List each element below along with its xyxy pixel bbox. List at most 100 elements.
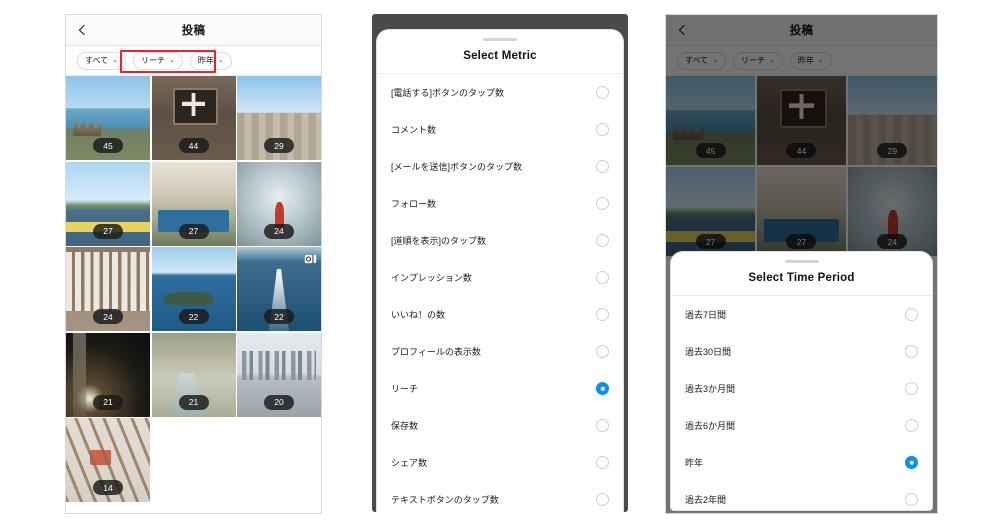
option-row[interactable]: フォロー数 [377, 185, 623, 222]
radio-unselected[interactable] [596, 86, 609, 99]
middle-phone-screen: Select Metric [電話する]ボタンのタップ数 コメント数 [メールを送信… [372, 14, 628, 512]
radio-unselected[interactable] [905, 382, 918, 395]
option-row[interactable]: 昨年 [671, 444, 932, 481]
metric-badge: 22 [264, 309, 294, 324]
chevron-left-icon[interactable] [76, 24, 88, 36]
option-row[interactable]: シェア数 [377, 444, 623, 481]
option-label: 過去3か月間 [685, 384, 736, 394]
chevron-down-icon: ⌄ [112, 57, 118, 64]
option-label: いいね！の数 [391, 310, 446, 320]
option-row[interactable]: [道順を表示]のタップ数 [377, 222, 623, 259]
option-row[interactable]: いいね！の数 [377, 296, 623, 333]
option-row[interactable]: 過去2年間 [671, 481, 932, 510]
metric-badge: 44 [178, 138, 209, 153]
post-grid-cell[interactable]: 44 [151, 76, 236, 160]
page-title: 投稿 [181, 25, 206, 37]
radio-unselected[interactable] [905, 419, 918, 432]
post-grid-cell[interactable]: 20 [237, 332, 321, 417]
filter-pill-metric-label: リーチ [741, 56, 765, 65]
post-grid-cell[interactable]: 27 [151, 161, 236, 246]
right-phone-screen: 投稿 すべて ⌄ リーチ ⌄ 昨年 ⌄ 45 44 29 27 27 24 Se… [665, 14, 938, 514]
option-label: シェア数 [391, 458, 428, 468]
post-grid-cell[interactable]: 27 [666, 166, 756, 257]
post-grid-cell[interactable]: 29 [237, 76, 321, 160]
metric-badge: 29 [877, 143, 908, 159]
radio-unselected[interactable] [596, 345, 609, 358]
post-grid-cell[interactable]: 45 [66, 76, 150, 160]
grid-empty-cell [151, 418, 236, 502]
option-row[interactable]: 過去30日間 [671, 333, 932, 370]
option-label: [メールを送信]ボタンのタップ数 [391, 162, 523, 172]
option-row[interactable]: [メールを送信]ボタンのタップ数 [377, 148, 623, 185]
filter-pill-all[interactable]: すべて ⌄ [677, 51, 726, 70]
option-row[interactable]: テキストボタンのタップ数 [377, 481, 623, 512]
left-navbar: 投稿 [66, 15, 321, 46]
chevron-down-icon: ⌄ [712, 57, 718, 64]
metric-badge: 22 [178, 309, 209, 324]
option-row[interactable]: コメント数 [377, 111, 623, 148]
option-row[interactable]: 過去3か月間 [671, 370, 932, 407]
option-row[interactable]: インプレッション数 [377, 259, 623, 296]
radio-unselected[interactable] [596, 123, 609, 136]
filter-pill-period-label: 昨年 [197, 56, 214, 65]
option-label: プロフィールの表示数 [391, 347, 481, 357]
filter-pill-all[interactable]: すべて ⌄ [77, 51, 126, 70]
metric-badge: 24 [93, 309, 123, 324]
radio-unselected[interactable] [905, 308, 918, 321]
radio-unselected[interactable] [596, 160, 609, 173]
filter-pill-period[interactable]: 昨年 ⌄ [189, 51, 232, 70]
radio-unselected[interactable] [596, 308, 609, 321]
page-title: 投稿 [789, 25, 814, 37]
radio-unselected[interactable] [596, 493, 609, 506]
metric-badge: 27 [93, 223, 123, 239]
option-label: リーチ [391, 384, 419, 394]
filter-pill-all-label: すべて [685, 56, 709, 65]
time-period-option-list: 過去7日間 過去30日間過去3か月間過去6か月間 昨年 過去2年間 [671, 296, 932, 510]
radio-unselected[interactable] [596, 197, 609, 210]
option-row[interactable]: リーチ [377, 370, 623, 407]
right-navbar: 投稿 [666, 15, 937, 46]
sheet-title: Select Metric [377, 41, 623, 74]
post-grid-cell[interactable]: 44 [756, 76, 847, 166]
radio-selected[interactable] [905, 456, 918, 469]
option-row[interactable]: 過去6か月間 [671, 407, 932, 444]
filter-pill-metric[interactable]: リーチ ⌄ [133, 51, 183, 70]
radio-unselected[interactable] [905, 493, 918, 506]
filter-pill-period[interactable]: 昨年 ⌄ [789, 51, 832, 70]
option-row[interactable]: 過去7日間 [671, 296, 932, 333]
option-row[interactable]: プロフィールの表示数 [377, 333, 623, 370]
metric-badge: 21 [178, 394, 209, 410]
post-grid-cell[interactable]: 45 [666, 76, 756, 166]
radio-unselected[interactable] [596, 271, 609, 284]
radio-selected[interactable] [596, 382, 609, 395]
option-label: [道順を表示]のタップ数 [391, 236, 487, 246]
post-grid-cell[interactable]: 24 [66, 247, 150, 331]
metric-badge: 45 [695, 143, 726, 159]
radio-unselected[interactable] [596, 234, 609, 247]
option-label: テキストボタンのタップ数 [391, 495, 499, 505]
option-label: フォロー数 [391, 199, 437, 209]
post-grid-cell[interactable]: 27 [756, 166, 847, 257]
radio-unselected[interactable] [596, 419, 609, 432]
metric-badge: 20 [264, 394, 294, 410]
left-phone-screen: 投稿 すべて ⌄ リーチ ⌄ 昨年 ⌄ 45 44 29 27 27 24 24 22 22 21… [65, 14, 322, 514]
post-grid-cell[interactable]: 24 [847, 166, 937, 257]
post-grid-cell[interactable]: 21 [66, 332, 150, 417]
chevron-left-icon[interactable] [676, 24, 688, 36]
post-grid-cell[interactable]: 22 [151, 247, 236, 331]
radio-unselected[interactable] [905, 345, 918, 358]
post-grid-cell[interactable]: 29 [847, 76, 937, 166]
post-grid-cell[interactable]: 21 [151, 332, 236, 417]
chevron-down-icon: ⌄ [817, 57, 824, 64]
post-grid-cell[interactable]: 14 [66, 418, 150, 502]
post-grid-cell[interactable]: 24 [237, 161, 321, 246]
screenshot-canvas: 投稿 すべて ⌄ リーチ ⌄ 昨年 ⌄ 45 44 29 27 27 24 24 22 22 21… [0, 0, 1000, 525]
radio-unselected[interactable] [596, 456, 609, 469]
carousel-icon [304, 251, 317, 264]
option-row[interactable]: [電話する]ボタンのタップ数 [377, 74, 623, 111]
option-row[interactable]: 保存数 [377, 407, 623, 444]
post-grid: 45 44 29 27 27 24 24 22 22 21 21 20 14 [66, 76, 321, 502]
post-grid-cell[interactable]: 27 [66, 161, 150, 246]
post-grid-cell[interactable]: 22 [237, 247, 321, 331]
filter-pill-metric[interactable]: リーチ ⌄ [733, 51, 783, 70]
